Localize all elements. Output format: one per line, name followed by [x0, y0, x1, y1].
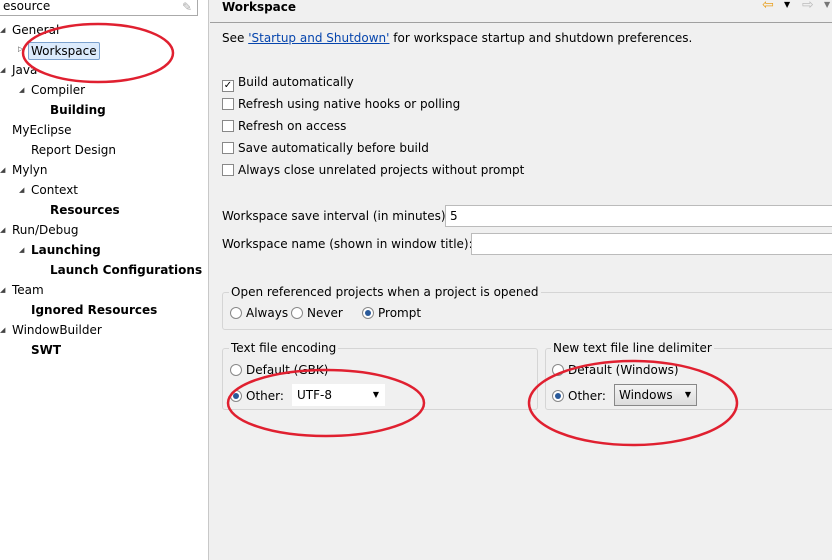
annotation-ellipse-encoding — [226, 368, 426, 438]
annotation-ellipse-workspace — [21, 22, 175, 84]
annotation-ellipse-delimiter — [527, 359, 739, 447]
annotation-overlay — [21, 22, 739, 447]
